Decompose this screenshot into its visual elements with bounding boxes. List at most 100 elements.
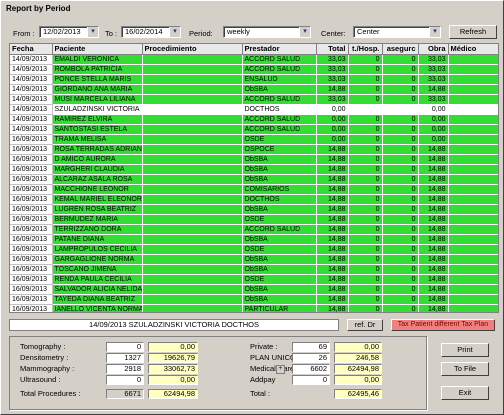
plus-icon[interactable]: + <box>276 365 285 374</box>
cell-medico <box>448 184 498 195</box>
table-row[interactable]: 16/09/2013 TERRIZZANO DORA ACCORD SALUD 14,… <box>10 224 498 235</box>
cell-fecha: 16/09/2013 <box>10 234 53 245</box>
table-row[interactable]: 16/09/2013 MACCHIONE LEONOR COMISARIOS 14,8… <box>10 184 498 195</box>
column-header-medico[interactable]: Médico <box>448 44 498 55</box>
table-row[interactable]: 14/09/2013 GIORDANO ANA MARIA ObSBA 14,88 0 0… <box>10 84 498 95</box>
table-row[interactable]: 16/09/2013 LAMPROPULOS CECILIA OSDE 14,88 0 0… <box>10 244 498 255</box>
table-row[interactable]: 14/09/2013 ROMBOLA PATRICIA ACCORD SALUD 33… <box>10 64 498 75</box>
medical-care-count: 6602 <box>292 364 330 374</box>
table-row[interactable]: 16/09/2013 LUGREN ROSA BEATRIZ ObSBA 14,88 0… <box>10 204 498 215</box>
column-header-hosp[interactable]: t./Hosp. <box>348 44 383 55</box>
table-row[interactable]: 14/09/2013 RAMIREZ ELVIRA ACCORD SALUD 0,00… <box>10 114 498 125</box>
print-button[interactable]: Print <box>441 343 489 357</box>
cell-medico <box>448 214 498 225</box>
column-header-total[interactable]: Total <box>316 44 349 55</box>
column-header-procedimiento[interactable]: Procedimiento <box>142 44 243 55</box>
table-body: 14/09/2013 EMALDI VERONICA ACCORD SALUD 33,… <box>10 54 498 312</box>
cell-paciente: IANELLO VICENTA NORMA <box>52 304 143 312</box>
table-row[interactable]: 16/09/2013 GARGAGLIONE NORMA ObSBA 14,88 0 0 1… <box>10 254 498 265</box>
cell-total: 14,88 <box>316 274 349 285</box>
table-row[interactable]: 14/09/2013 EMALDI VERONICA ACCORD SALUD 33,… <box>10 54 498 65</box>
column-header-prestador[interactable]: Prestador <box>242 44 317 55</box>
cell-prestador: COMISARIOS <box>242 184 317 195</box>
cell-hosp: 0 <box>348 284 383 295</box>
cell-obra: 14,88 <box>418 274 449 285</box>
cell-asegurc: 0 <box>382 164 419 175</box>
cell-total: 0,00 <box>316 104 349 115</box>
private-amount: 0,00 <box>334 342 382 352</box>
refresh-button[interactable]: Refresh <box>449 25 497 39</box>
cell-paciente: TRAMA MELISA <box>52 134 143 145</box>
table-row[interactable]: 16/09/2013 ROSA TERRADAS ADRIANA OSPOCE 14,… <box>10 144 498 155</box>
cell-fecha: 14/09/2013 <box>10 64 53 75</box>
table-row[interactable]: 16/09/2013 RENDA PAULA CECILIA OSDE 14,88 0 0… <box>10 274 498 285</box>
plan-unico-amount: 246,58 <box>334 353 382 363</box>
cell-obra: 14,88 <box>418 84 449 95</box>
from-date-field[interactable]: 12/02/2013 ▾ <box>39 26 99 38</box>
cell-hosp: 0 <box>348 174 383 185</box>
cell-obra: 33,03 <box>418 64 449 75</box>
chevron-down-icon[interactable]: ▾ <box>87 27 98 37</box>
cell-hosp: 0 <box>348 224 383 235</box>
table-row[interactable]: 16/09/2013 BERMUDEZ MARIA OSDE 14,88 0 0 14,88 <box>10 214 498 225</box>
table-row[interactable]: 16/09/2013 IANELLO VICENTA NORMA PARTICULA… <box>10 304 498 312</box>
total-procedures-label: Total Procedures : <box>20 389 81 398</box>
table-row[interactable]: 16/09/2013 TOSCANO JIMENA ObSBA 14,88 0 0 14,8… <box>10 264 498 275</box>
center-select[interactable]: Center ▾ <box>353 26 441 38</box>
table-row[interactable]: 16/09/2013 D AMICO AURORA ObSBA 14,88 0 0 14,8… <box>10 154 498 165</box>
cell-paciente: TAYEDA DIANA BEATRIZ <box>52 294 143 305</box>
cell-prestador: ACCORD SALUD <box>242 224 317 235</box>
cell-paciente: GIORDANO ANA MARIA <box>52 84 143 95</box>
chevron-down-icon[interactable]: ▾ <box>429 27 440 37</box>
column-header-paciente[interactable]: Paciente <box>52 44 143 55</box>
cell-hosp: 0 <box>348 74 383 85</box>
table-row[interactable]: 16/09/2013 SALVADOR ALICIA NELIDA ObSBA 14,… <box>10 284 498 295</box>
addpay-label: Addpay <box>250 375 276 384</box>
table-row[interactable]: 16/09/2013 TAYEDA DIANA BEATRIZ ObSBA 14,88… <box>10 294 498 305</box>
table-row[interactable]: 16/09/2013 ALCARAZ ASALA ROSA ObSBA 14,88 0 0… <box>10 174 498 185</box>
window-title: Report by Period <box>3 3 501 15</box>
addpay-amount: 0,00 <box>334 375 382 385</box>
cell-obra: 14,88 <box>418 244 449 255</box>
cell-hosp: 0 <box>348 204 383 215</box>
table-row[interactable]: 16/09/2013 PATANE DIANA ObSBA 14,88 0 0 14,88 <box>10 234 498 245</box>
chevron-down-icon[interactable]: ▾ <box>299 27 310 37</box>
exit-button[interactable]: Exit <box>441 386 489 400</box>
cell-procedimiento <box>142 54 243 65</box>
table-row[interactable]: 16/09/2013 TRAMA MELISA OSDE 0,00 0 0 0,00 <box>10 134 498 145</box>
cell-fecha: 16/09/2013 <box>10 194 53 205</box>
procedures-table[interactable]: Fecha Paciente Procedimiento Prestador T… <box>9 43 499 313</box>
to-date-field[interactable]: 16/02/2014 ▾ <box>121 26 181 38</box>
chevron-down-icon[interactable]: ▾ <box>169 27 180 37</box>
cell-medico <box>448 284 498 295</box>
cell-procedimiento <box>142 154 243 165</box>
densitometry-count: 1327 <box>106 353 144 363</box>
cell-hosp: 0 <box>348 274 383 285</box>
report-window: Report by Period From : 12/02/2013 ▾ To … <box>0 0 504 415</box>
cell-obra: 14,88 <box>418 204 449 215</box>
column-header-asegurc[interactable]: asegurc <box>382 44 419 55</box>
cell-paciente: KEMAL MARIEL ELEONORA <box>52 194 143 205</box>
table-row[interactable]: 14/09/2013 PONCE STELLA MARIS ENSALUD 33,03… <box>10 74 498 85</box>
table-row[interactable]: 16/09/2013 MARGHERI CLAUDIA ObSBA 14,88 0 0 14… <box>10 164 498 175</box>
from-label: From : <box>13 29 35 38</box>
ultrasound-label: Ultrasound : <box>20 375 61 384</box>
cell-medico <box>448 104 498 115</box>
to-file-button[interactable]: To File <box>441 362 489 376</box>
ref-dr-button[interactable]: ref. Dr <box>347 319 383 331</box>
column-header-fecha[interactable]: Fecha <box>10 44 53 55</box>
period-select[interactable]: weekly ▾ <box>223 26 311 38</box>
summary-panel: Tomography : 0 0,00 Densitometry : 1327 … <box>9 336 427 410</box>
cell-paciente: GARGAGLIONE NORMA <box>52 254 143 265</box>
cell-hosp: 0 <box>348 134 383 145</box>
table-row[interactable]: 16/09/2013 KEMAL MARIEL ELEONORA DOCTHOS 14… <box>10 194 498 205</box>
table-row[interactable]: 14/09/2013 SANTOSTASI ESTELA ACCORD SALUD 0… <box>10 124 498 135</box>
private-label: Private : <box>250 342 278 351</box>
table-row[interactable]: 14/09/2013 MUSI MARCELA LILIANA ACCORD SAL… <box>10 94 498 105</box>
cell-prestador: ObSBA <box>242 204 317 215</box>
total-procedures-count: 6671 <box>106 389 144 399</box>
cell-procedimiento <box>142 234 243 245</box>
medical-care-amount: 62494,98 <box>334 364 382 374</box>
column-header-obra[interactable]: Obra <box>418 44 449 55</box>
table-row[interactable]: 14/09/2013 SZULADZINSKI VICTORIA DOCTHOS 0,… <box>10 104 498 115</box>
